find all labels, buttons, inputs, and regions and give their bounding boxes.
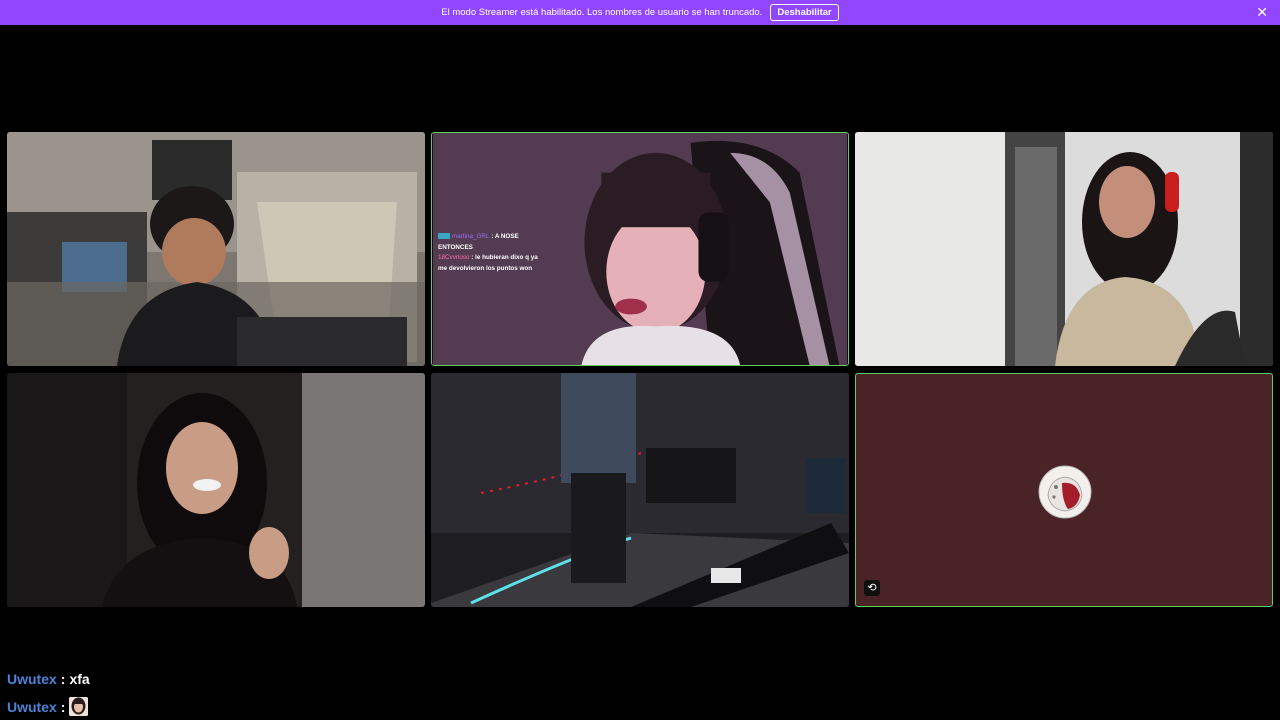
chat-separator: : [60, 698, 66, 715]
stream-chat-overlay: martina_GRL : A NOSE ENTONCES 18Cvvrloso… [438, 232, 558, 274]
stream-tile-2[interactable]: martina_GRL : A NOSE ENTONCES 18Cvvrloso… [431, 132, 849, 366]
stream-video-1 [7, 132, 425, 366]
face-emote [69, 697, 89, 716]
chat-username[interactable]: Uwutex [7, 699, 57, 715]
overlay-chat-user-2: 18Cvvrloso [438, 254, 470, 261]
streamer-mode-message: El modo Streamer está habilitado. Los no… [441, 7, 763, 18]
overlay-chat-user-1: martina_GRL [452, 233, 490, 240]
disable-streamer-mode-button[interactable]: Deshabilitar [770, 4, 839, 21]
stream-tile-6[interactable]: ⟲ [855, 373, 1273, 607]
overlay-chat-text-1: : A NOSE [491, 233, 519, 240]
chat-message-1: Uwutex : xfa [7, 671, 90, 687]
stream-tile-5[interactable] [431, 373, 849, 607]
overlay-chat-text-2: : le hubieran dixo q ya [471, 254, 538, 261]
chat-separator: : [60, 671, 66, 687]
stream-video-5 [431, 373, 849, 607]
badge-icon [438, 233, 450, 240]
close-icon[interactable]: ✕ [1256, 5, 1268, 19]
chat-message-2: Uwutex : [7, 697, 89, 716]
stream-video-4 [7, 373, 425, 607]
stream-tile-1[interactable] [7, 132, 425, 366]
stream-tile-3[interactable] [855, 132, 1273, 366]
chat-username[interactable]: Uwutex [7, 671, 57, 687]
reset-icon[interactable]: ⟲ [864, 580, 880, 596]
stream-tile-4[interactable] [7, 373, 425, 607]
streamer-mode-banner: El modo Streamer está habilitado. Los no… [0, 0, 1280, 25]
overlay-chat-cont-1: ENTONCES [438, 243, 473, 251]
overlay-chat-cont-2: me devolvieron los puntos won [438, 264, 533, 272]
channel-avatar [1038, 465, 1092, 519]
chat-text: xfa [69, 671, 90, 687]
stream-video-3 [855, 132, 1273, 366]
